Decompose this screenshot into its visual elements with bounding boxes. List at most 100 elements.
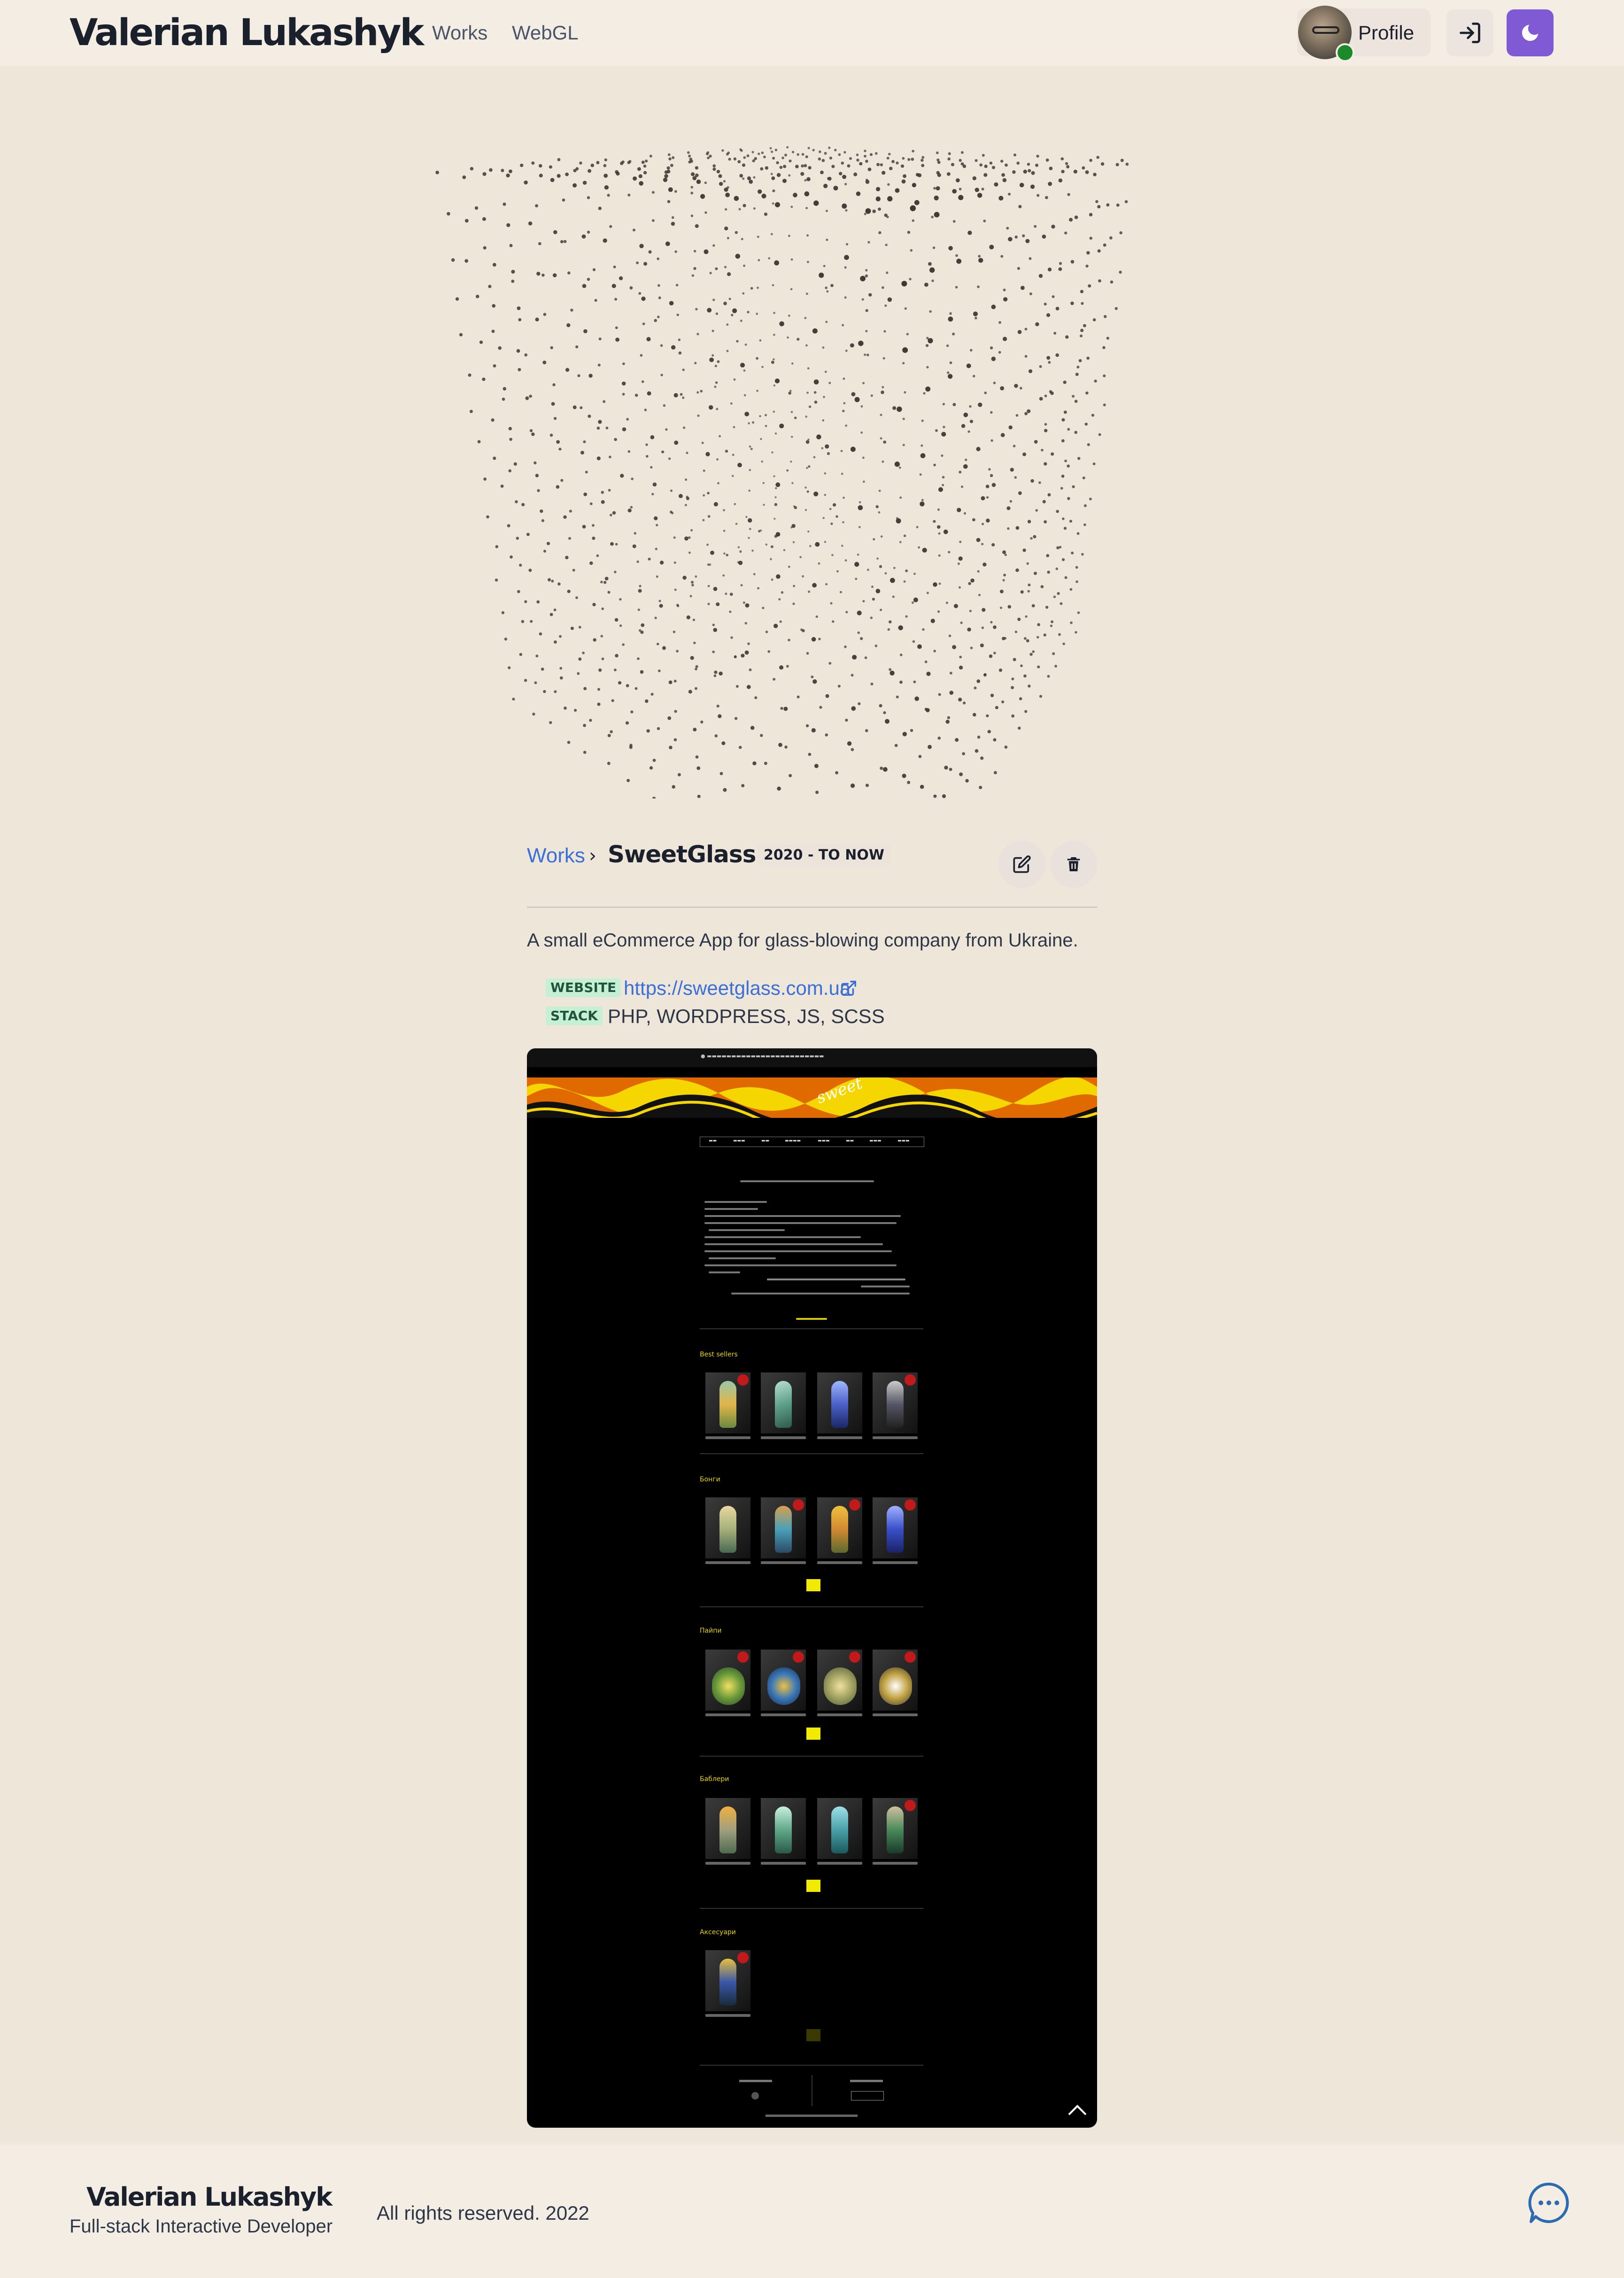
cube-point bbox=[993, 771, 997, 775]
cube-point bbox=[640, 630, 644, 634]
cube-point bbox=[603, 581, 607, 584]
cube-point bbox=[580, 406, 583, 410]
cube-point bbox=[622, 643, 625, 646]
cube-point bbox=[986, 714, 989, 718]
cube-point bbox=[672, 785, 675, 789]
cube-point bbox=[948, 316, 953, 322]
cube-point bbox=[662, 646, 666, 650]
cube-point bbox=[711, 354, 714, 357]
cube-point bbox=[778, 743, 782, 747]
cube-point bbox=[1023, 170, 1027, 174]
cube-point bbox=[686, 496, 690, 500]
cube-point bbox=[1020, 664, 1023, 667]
screenshot-section-label: Бонги bbox=[700, 1476, 720, 1483]
breadcrumb-works-link[interactable]: Works bbox=[527, 842, 585, 870]
site-logo[interactable]: Valerian Lukashyk bbox=[70, 9, 424, 56]
cube-point bbox=[770, 172, 773, 175]
external-link-icon[interactable] bbox=[840, 979, 858, 997]
profile-label[interactable]: Profile bbox=[1358, 19, 1414, 47]
cube-point bbox=[479, 341, 483, 344]
edit-button[interactable] bbox=[998, 841, 1045, 888]
cube-point bbox=[804, 509, 807, 511]
cube-point bbox=[947, 371, 950, 374]
cube-point bbox=[920, 784, 924, 789]
cube-point bbox=[864, 155, 866, 158]
cube-point bbox=[758, 259, 760, 262]
cube-point bbox=[749, 527, 751, 530]
cube-point bbox=[943, 529, 948, 535]
cube-point bbox=[747, 642, 750, 645]
cube-point bbox=[565, 172, 569, 177]
cube-point bbox=[792, 602, 795, 605]
delete-button[interactable] bbox=[1050, 841, 1097, 888]
cube-point bbox=[596, 554, 599, 557]
cube-point bbox=[684, 536, 688, 541]
cube-point bbox=[805, 155, 808, 158]
nav-link-works[interactable]: Works bbox=[432, 19, 487, 47]
screenshot-product bbox=[705, 1950, 750, 2017]
cube-point bbox=[1011, 686, 1014, 690]
cube-point bbox=[581, 234, 586, 239]
cube-point bbox=[976, 447, 981, 451]
cube-point bbox=[771, 578, 773, 581]
cube-point bbox=[812, 148, 815, 152]
cube-point bbox=[974, 187, 979, 192]
cube-point bbox=[757, 287, 759, 289]
cube-point bbox=[447, 212, 450, 216]
cube-point bbox=[1027, 163, 1030, 166]
cube-point bbox=[526, 533, 530, 536]
cube-point bbox=[1093, 172, 1097, 177]
cube-point bbox=[851, 748, 854, 752]
cube-point bbox=[1088, 284, 1091, 288]
cube-point bbox=[713, 502, 718, 507]
cube-point bbox=[804, 191, 810, 197]
website-link[interactable]: https://sweetglass.com.ua bbox=[624, 974, 851, 1002]
theme-toggle-button[interactable] bbox=[1507, 9, 1554, 56]
cube-point bbox=[588, 169, 592, 173]
cube-point bbox=[1000, 386, 1005, 391]
cube-point bbox=[815, 542, 820, 547]
cube-point bbox=[737, 546, 740, 549]
cube-point bbox=[565, 368, 570, 372]
cube-point bbox=[937, 508, 940, 511]
cube-point bbox=[976, 538, 981, 542]
cube-point bbox=[972, 518, 975, 521]
cube-point bbox=[693, 728, 697, 732]
cube-point bbox=[902, 157, 905, 160]
cube-point bbox=[830, 602, 833, 604]
cube-point bbox=[556, 485, 560, 489]
cube-point bbox=[1031, 171, 1035, 175]
cube-point bbox=[883, 330, 886, 333]
cube-point bbox=[674, 190, 677, 193]
cube-point bbox=[539, 173, 543, 178]
cube-point bbox=[482, 172, 487, 176]
cube-point bbox=[888, 153, 891, 155]
cube-point bbox=[1030, 537, 1033, 540]
cube-point bbox=[464, 259, 468, 263]
screenshot-product bbox=[761, 1650, 806, 1716]
cube-point bbox=[703, 494, 705, 497]
cube-point bbox=[793, 193, 797, 198]
cube-point bbox=[1044, 520, 1047, 524]
cube-point bbox=[805, 344, 808, 347]
cube-point bbox=[646, 337, 651, 341]
cube-point bbox=[844, 559, 847, 562]
cube-point bbox=[887, 183, 890, 186]
cube-point bbox=[1083, 504, 1087, 507]
cube-point bbox=[866, 568, 869, 571]
cube-point bbox=[823, 184, 828, 188]
cube-point bbox=[552, 273, 557, 278]
cube-point bbox=[825, 320, 828, 323]
cube-point bbox=[850, 447, 856, 452]
stack-value: PHP, WORDPRESS, JS, SCSS bbox=[608, 1005, 885, 1027]
cube-point bbox=[825, 444, 829, 449]
cube-point bbox=[714, 734, 718, 737]
chat-icon[interactable] bbox=[1525, 2179, 1572, 2226]
login-button[interactable] bbox=[1446, 9, 1493, 56]
screenshot-product bbox=[705, 1497, 750, 1564]
cube-point bbox=[802, 629, 805, 633]
nav-link-webgl[interactable]: WebGL bbox=[512, 19, 579, 47]
webgl-point-cube[interactable] bbox=[423, 94, 1198, 798]
cube-point bbox=[546, 542, 550, 545]
cube-point bbox=[597, 688, 601, 691]
